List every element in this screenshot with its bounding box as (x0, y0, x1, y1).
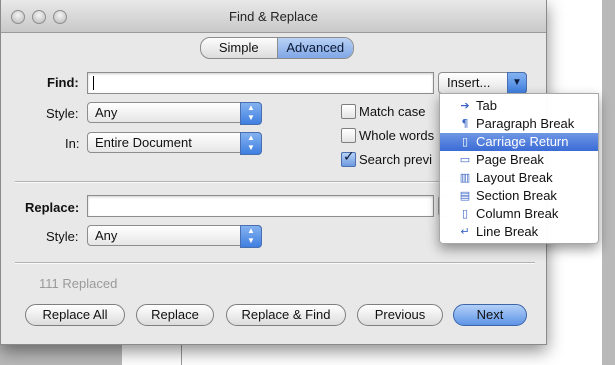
replace-style-popup[interactable]: Any ▲ ▼ (87, 225, 262, 248)
menu-item-label: Column Break (476, 206, 559, 221)
tab-advanced[interactable]: Advanced (277, 38, 353, 58)
replace-style-label: Style: (46, 229, 79, 244)
find-label: Find: (47, 75, 79, 90)
section-break-icon: ▤ (459, 189, 471, 202)
chevron-down-icon: ▼ (507, 72, 527, 94)
find-input[interactable] (87, 72, 434, 94)
page-break-icon: ▭ (459, 153, 471, 166)
menu-item-column-break[interactable]: ▯ Column Break (440, 205, 598, 223)
layout-break-icon: ▥ (459, 171, 471, 184)
search-previous-label: Search previ (359, 152, 432, 167)
tab-simple[interactable]: Simple (201, 38, 278, 58)
insert-menu: ➔ Tab ¶ Paragraph Break ▯ Carriage Retur… (439, 93, 599, 244)
replace-label: Replace: (25, 200, 80, 215)
match-case-checkbox[interactable] (341, 104, 356, 119)
column-break-icon: ▯ (461, 207, 469, 220)
previous-button[interactable]: Previous (357, 304, 443, 326)
menu-item-carriage-return[interactable]: ▯ Carriage Return (440, 133, 598, 151)
find-style-value: Any (95, 105, 118, 120)
section-divider (15, 262, 535, 264)
mode-segmented-control: Simple Advanced (200, 37, 354, 59)
next-button[interactable]: Next (453, 304, 527, 326)
menu-item-page-break[interactable]: ▭ Page Break (440, 151, 598, 169)
menu-item-label: Layout Break (476, 170, 553, 185)
menu-item-tab[interactable]: ➔ Tab (440, 97, 598, 115)
replaced-count: 111 Replaced (39, 276, 118, 291)
menu-item-label: Page Break (476, 152, 544, 167)
menu-item-label: Paragraph Break (476, 116, 575, 131)
menu-item-layout-break[interactable]: ▥ Layout Break (440, 169, 598, 187)
menu-item-label: Section Break (476, 188, 557, 203)
insert-button-label: Insert... (447, 75, 491, 90)
window-title: Find & Replace (229, 9, 318, 24)
match-case-label: Match case (359, 104, 426, 119)
whole-words-label: Whole words (359, 128, 435, 143)
replace-input[interactable] (87, 195, 434, 217)
whole-words-checkbox[interactable] (341, 128, 356, 143)
insert-popup-button[interactable]: Insert... ▼ (438, 72, 527, 94)
title-bar[interactable]: Find & Replace (1, 0, 546, 33)
replace-all-button[interactable]: Replace All (25, 304, 125, 326)
line-break-icon: ↵ (460, 225, 470, 238)
menu-item-paragraph-break[interactable]: ¶ Paragraph Break (440, 115, 598, 133)
replace-style-value: Any (95, 228, 118, 243)
replace-and-find-button[interactable]: Replace & Find (226, 304, 346, 326)
in-value: Entire Document (95, 135, 192, 150)
menu-item-label: Carriage Return (476, 134, 569, 149)
popup-arrows-icon: ▲ ▼ (240, 225, 262, 248)
menu-item-label: Line Break (476, 224, 539, 239)
arrow-right-icon: ➔ (460, 99, 470, 112)
text-caret (93, 76, 94, 90)
menu-item-line-break[interactable]: ↵ Line Break (440, 223, 598, 241)
in-popup[interactable]: Entire Document ▲ ▼ (87, 132, 262, 155)
popup-arrows-icon: ▲ ▼ (240, 102, 262, 125)
find-style-popup[interactable]: Any ▲ ▼ (87, 102, 262, 125)
in-label: In: (65, 136, 80, 151)
pilcrow-icon: ¶ (461, 117, 469, 130)
menu-item-section-break[interactable]: ▤ Section Break (440, 187, 598, 205)
find-style-label: Style: (46, 106, 79, 121)
replace-button[interactable]: Replace (136, 304, 214, 326)
carriage-return-icon: ▯ (461, 135, 469, 148)
popup-arrows-icon: ▲ ▼ (240, 132, 262, 155)
search-previous-checkbox[interactable] (341, 149, 356, 167)
menu-item-label: Tab (476, 98, 497, 113)
